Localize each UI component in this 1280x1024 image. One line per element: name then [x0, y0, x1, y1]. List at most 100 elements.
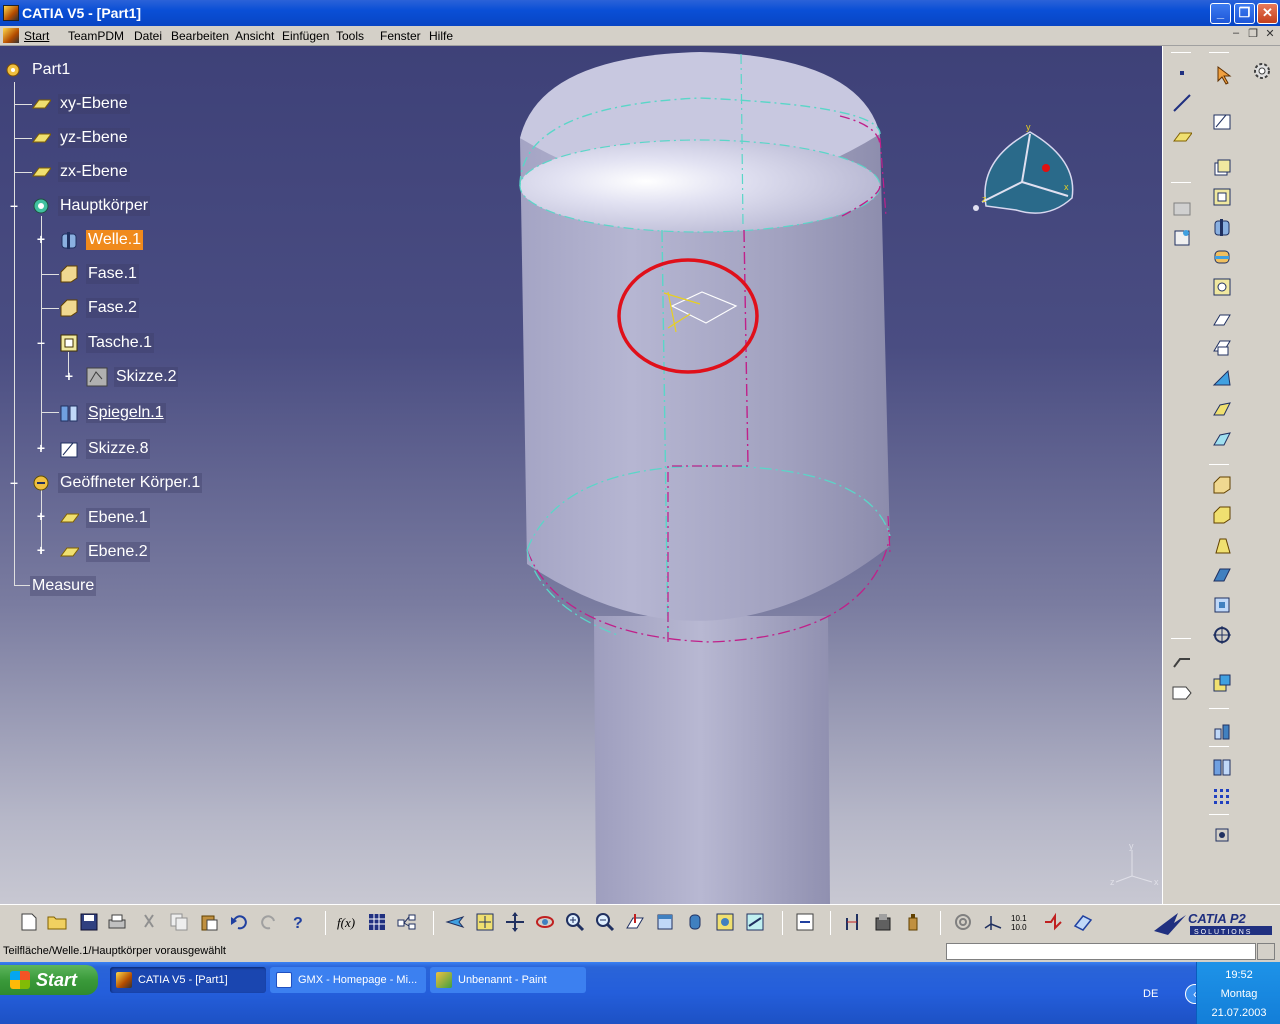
- 3d-viewport[interactable]: y x z y x z – + – + + – + + Part1 xy-Ebe…: [0, 46, 1162, 904]
- menu-hilfe[interactable]: Hilfe: [429, 29, 453, 43]
- tree-item-part1[interactable]: Part1: [2, 58, 72, 82]
- menu-fenster[interactable]: Fenster: [380, 29, 421, 43]
- groove-icon[interactable]: [1211, 246, 1233, 268]
- fit-all-in-icon[interactable]: [474, 911, 496, 933]
- new-document-icon[interactable]: [18, 911, 40, 933]
- select-arrow-icon[interactable]: [1213, 64, 1235, 86]
- task-catia[interactable]: CATIA V5 - [Part1]: [110, 967, 266, 993]
- expand-skizze2-icon[interactable]: +: [64, 369, 74, 383]
- close-button[interactable]: ✕: [1257, 3, 1278, 24]
- minimize-button[interactable]: _: [1210, 3, 1231, 24]
- zoom-in-icon[interactable]: [564, 911, 586, 933]
- power-input-button[interactable]: [1257, 943, 1275, 960]
- tree-item-zx-plane[interactable]: zx-Ebene: [30, 160, 130, 184]
- tree-item-fase1[interactable]: Fase.1: [58, 262, 139, 286]
- help-whats-this-icon[interactable]: ?: [288, 911, 310, 933]
- compass-widget[interactable]: y x z: [968, 120, 1078, 220]
- tree-item-skizze8[interactable]: Skizze.8: [58, 437, 151, 461]
- language-indicator[interactable]: DE: [1143, 988, 1158, 1000]
- clock-time[interactable]: 19:52: [1197, 969, 1280, 981]
- redo-icon[interactable]: [258, 911, 280, 933]
- slot-icon[interactable]: [1211, 336, 1233, 358]
- shell-icon[interactable]: [1211, 564, 1233, 586]
- scale-icon[interactable]: [1211, 824, 1233, 846]
- task-paint[interactable]: Unbenannt - Paint: [430, 967, 586, 993]
- line-icon[interactable]: [1171, 92, 1193, 114]
- units-icon[interactable]: 10.1 10.0: [1010, 911, 1032, 933]
- expand-ebene1-icon[interactable]: +: [36, 509, 46, 523]
- lower-shaft[interactable]: [594, 616, 830, 904]
- quick-view-icon[interactable]: [654, 911, 676, 933]
- edge-fillet-icon[interactable]: [1211, 474, 1233, 496]
- menu-datei[interactable]: Datei: [134, 29, 162, 43]
- removed-multi-section-icon[interactable]: [1211, 428, 1233, 450]
- swap-visible-space-icon[interactable]: [744, 911, 766, 933]
- measure-item-icon[interactable]: [872, 911, 894, 933]
- tree-item-measure[interactable]: Measure: [30, 574, 97, 598]
- tree-item-ebene2[interactable]: Ebene.2: [58, 540, 150, 564]
- tag-icon[interactable]: [1171, 682, 1193, 704]
- stiffener-icon[interactable]: [1211, 366, 1233, 388]
- knowledge-advisor-icon[interactable]: [952, 911, 974, 933]
- query-icon[interactable]: [1171, 196, 1193, 218]
- pad-icon[interactable]: [1211, 156, 1233, 178]
- tree-item-yz-plane[interactable]: yz-Ebene: [30, 126, 130, 150]
- mdi-close-icon[interactable]: ✕: [1262, 27, 1278, 41]
- thread-target-icon[interactable]: [1211, 624, 1233, 646]
- rib-icon[interactable]: [1211, 308, 1233, 330]
- fly-mode-icon[interactable]: [444, 911, 466, 933]
- measure-icon[interactable]: [1211, 720, 1233, 742]
- undo-icon[interactable]: [228, 911, 250, 933]
- thickness-icon[interactable]: [1211, 594, 1233, 616]
- open-folder-icon[interactable]: [46, 911, 68, 933]
- formula-icon[interactable]: f(x): [336, 911, 358, 933]
- axis-system-icon[interactable]: [982, 911, 1004, 933]
- annotation-icon[interactable]: [1171, 650, 1193, 672]
- menu-start[interactable]: Start: [24, 29, 49, 43]
- tree-item-open-body[interactable]: Geöffneter Körper.1: [30, 471, 203, 495]
- mdi-restore-icon[interactable]: ❐: [1245, 27, 1261, 41]
- measure-inertia-icon[interactable]: [902, 911, 924, 933]
- hole-icon[interactable]: [1211, 276, 1233, 298]
- shading-icon[interactable]: [684, 911, 706, 933]
- mdi-minimize-icon[interactable]: –: [1228, 27, 1244, 41]
- catalog-browser-icon[interactable]: [396, 911, 418, 933]
- cut-icon[interactable]: [138, 911, 160, 933]
- analysis-icon[interactable]: [1042, 911, 1064, 933]
- menu-teampdm[interactable]: TeamPDM: [68, 29, 124, 43]
- rotate-query-icon[interactable]: [1171, 226, 1193, 248]
- normal-view-icon[interactable]: [624, 911, 646, 933]
- point-icon[interactable]: [1171, 62, 1193, 84]
- hide-show-icon[interactable]: [714, 911, 736, 933]
- menu-bearbeiten[interactable]: Bearbeiten: [171, 29, 229, 43]
- design-table-icon[interactable]: [366, 911, 388, 933]
- save-icon[interactable]: [78, 911, 100, 933]
- tree-item-hauptkoerper[interactable]: Hauptkörper: [30, 194, 151, 218]
- tree-item-ebene1[interactable]: Ebene.1: [58, 506, 150, 530]
- collapse-tasche-icon[interactable]: –: [36, 335, 46, 349]
- task-gmx[interactable]: GMX - Homepage - Mi...: [270, 967, 426, 993]
- expand-welle-icon[interactable]: +: [36, 232, 46, 246]
- pan-icon[interactable]: [504, 911, 526, 933]
- draft-icon[interactable]: [1211, 534, 1233, 556]
- catia-menu-logo-icon[interactable]: [3, 28, 19, 43]
- menu-einfuegen[interactable]: Einfügen: [282, 29, 329, 43]
- zoom-out-icon[interactable]: [594, 911, 616, 933]
- tree-item-tasche[interactable]: Tasche.1: [58, 331, 155, 355]
- expand-ebene2-icon[interactable]: +: [36, 543, 46, 557]
- top-face[interactable]: [520, 140, 880, 232]
- start-button[interactable]: Start: [0, 965, 98, 995]
- settings-gear-icon[interactable]: [1251, 60, 1273, 82]
- tree-item-welle[interactable]: Welle.1: [58, 228, 144, 252]
- tree-item-xy-plane[interactable]: xy-Ebene: [30, 92, 130, 116]
- power-input-field[interactable]: [946, 943, 1256, 960]
- tree-item-skizze2[interactable]: Skizze.2: [86, 365, 179, 389]
- pocket-tool-icon[interactable]: [1211, 186, 1233, 208]
- collapse-hauptkoerper-icon[interactable]: –: [9, 198, 19, 212]
- chamfer-tool-icon[interactable]: [1211, 504, 1233, 526]
- mirror-tool-icon[interactable]: [1211, 756, 1233, 778]
- copy-icon[interactable]: [168, 911, 190, 933]
- apply-material-icon[interactable]: [1072, 911, 1094, 933]
- shaft-tool-icon[interactable]: [1211, 216, 1233, 238]
- sketcher-icon[interactable]: [1211, 110, 1233, 132]
